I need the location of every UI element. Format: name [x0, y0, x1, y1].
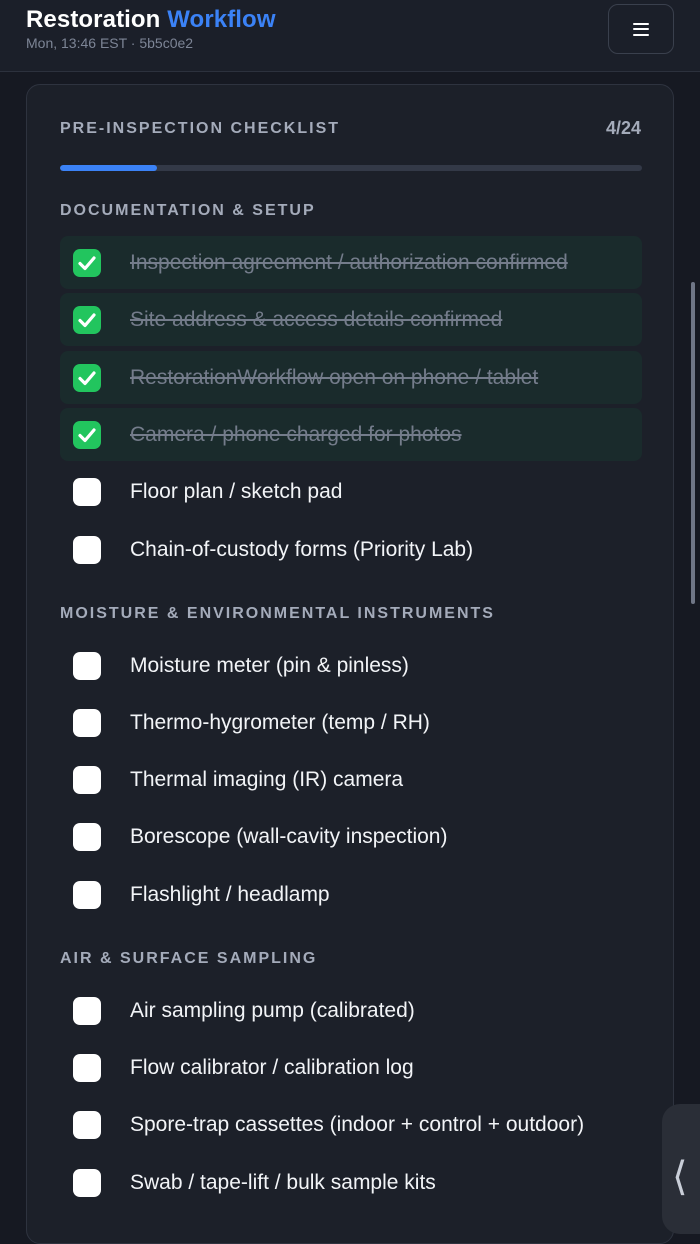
checklist-item-label: Floor plan / sketch pad [130, 480, 343, 504]
checklist-item[interactable]: Site address & access details confirmed [60, 293, 642, 347]
checklist-item[interactable]: Chain-of-custody forms (Priority Lab) [60, 523, 642, 576]
checkmark-icon [78, 313, 96, 328]
checklist-item-label: Swab / tape-lift / bulk sample kits [130, 1170, 436, 1194]
checklist-progress-fill [60, 165, 158, 171]
checkmark-icon [78, 428, 96, 442]
checklist-item-label: Flow calibrator / calibration log [130, 1056, 414, 1079]
checklist-item[interactable]: Swab / tape-lift / bulk sample kits [60, 1156, 642, 1209]
checklist-item[interactable]: Camera / phone charged for photos [60, 407, 642, 461]
checklist-item-label: Site address & access details confirmed [130, 308, 503, 332]
checklist-item-label: Spore-trap cassettes (indoor + control +… [130, 1113, 585, 1137]
checklist-item[interactable]: Inspection agreement / authorization con… [60, 236, 642, 289]
section-title: AIR & SURFACE SAMPLING [60, 949, 318, 967]
checklist-title: PRE-INSPECTION CHECKLIST [60, 120, 341, 137]
app-title-accent: Workflow [167, 6, 276, 33]
checklist-item-label: Chain-of-custody forms (Priority Lab) [130, 537, 474, 561]
checklist-item[interactable]: Flow calibrator / calibration log [60, 1041, 642, 1094]
checkmark-icon [78, 256, 96, 271]
section-title: MOISTURE & ENVIRONMENTAL INSTRUMENTS [60, 604, 495, 622]
app-title-main: Restoration [26, 6, 161, 33]
checkbox-unchecked[interactable] [73, 708, 101, 737]
checkbox-unchecked[interactable] [73, 880, 101, 909]
checklist-item[interactable]: Borescope (wall-cavity inspection) [60, 810, 642, 863]
checklist-item[interactable]: Thermo-hygrometer (temp / RH) [60, 696, 642, 749]
checkbox-unchecked[interactable] [73, 1168, 101, 1197]
checklist-item-label: Moisture meter (pin & pinless) [130, 653, 409, 677]
checklist-item-label: Borescope (wall-cavity inspection) [130, 825, 448, 849]
checklist-item[interactable]: Spore-trap cassettes (indoor + control +… [60, 1098, 642, 1151]
checkbox-unchecked[interactable] [73, 651, 101, 680]
checklist-card: PRE-INSPECTION CHECKLIST 4/24 DOCUMENTAT… [26, 84, 674, 1244]
checklist-item[interactable]: Thermal imaging (IR) camera [60, 753, 642, 806]
checklist-progress-bar [60, 165, 642, 171]
checklist-item-label: RestorationWorkflow open on phone / tabl… [130, 365, 539, 389]
checklist-item-label: Thermal imaging (IR) camera [130, 768, 404, 792]
menu-button[interactable] [608, 4, 674, 54]
section-title: DOCUMENTATION & SETUP [60, 202, 316, 219]
checklist-item[interactable]: Flashlight / headlamp [60, 868, 642, 921]
checkbox-unchecked[interactable] [73, 766, 101, 795]
side-panel-handle[interactable]: ⟨ [662, 1104, 700, 1234]
checkbox-unchecked[interactable] [73, 478, 101, 507]
checklist-item-label: Flashlight / headlamp [130, 882, 330, 906]
app-title: Restoration Workflow [26, 6, 276, 34]
checklist-item[interactable]: Moisture meter (pin & pinless) [60, 639, 642, 692]
checkbox-checked[interactable] [73, 420, 101, 449]
checklist-item-label: Thermo-hygrometer (temp / RH) [130, 710, 430, 734]
checkbox-unchecked[interactable] [73, 1054, 101, 1082]
hamburger-menu-icon [633, 22, 649, 36]
checklist-item[interactable]: Floor plan / sketch pad [60, 465, 642, 518]
checkbox-checked[interactable] [73, 249, 101, 277]
checklist-item-label: Inspection agreement / authorization con… [130, 251, 568, 274]
scrollbar[interactable] [691, 282, 695, 604]
checklist-item[interactable]: RestorationWorkflow open on phone / tabl… [60, 350, 642, 404]
checklist-item-label: Air sampling pump (calibrated) [130, 998, 415, 1022]
checklist-count: 4/24 [605, 118, 641, 138]
checkbox-checked[interactable] [73, 306, 101, 335]
app-subtitle: Mon, 13:46 EST · 5b5c0e2 [26, 35, 194, 51]
checkbox-unchecked[interactable] [73, 1111, 101, 1140]
app-header: Restoration Workflow Mon, 13:46 EST · 5b… [0, 0, 700, 72]
checklist-item[interactable]: Air sampling pump (calibrated) [60, 984, 642, 1037]
checkbox-unchecked[interactable] [73, 823, 101, 852]
checkbox-unchecked[interactable] [73, 996, 101, 1025]
chevron-left-icon: ⟨ [672, 1154, 688, 1200]
checkbox-unchecked[interactable] [73, 535, 101, 564]
checkmark-icon [78, 370, 96, 385]
checkbox-checked[interactable] [73, 363, 101, 392]
checklist-item-label: Camera / phone charged for photos [130, 422, 462, 446]
